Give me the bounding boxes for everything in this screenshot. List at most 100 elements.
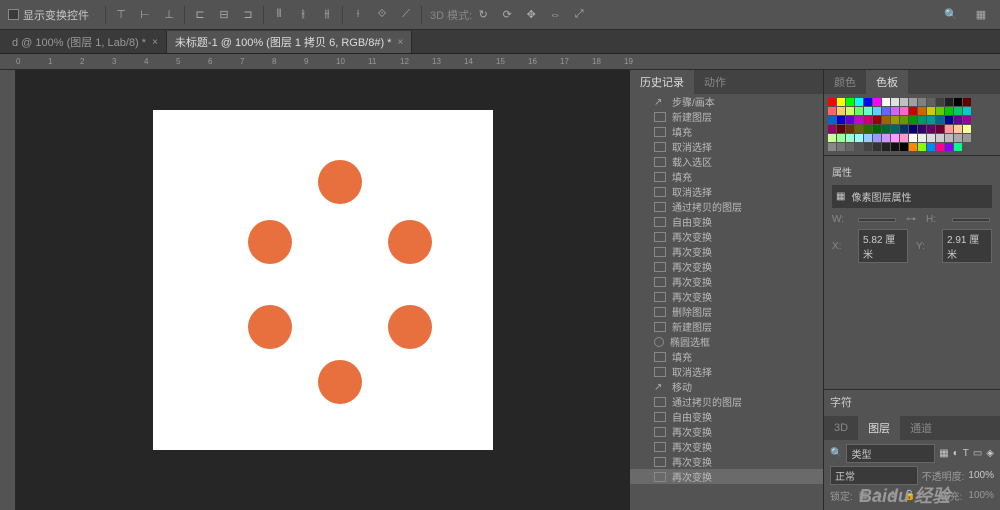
swatch[interactable] bbox=[927, 143, 935, 151]
history-item[interactable]: 再次变换 bbox=[630, 439, 823, 454]
document-tab[interactable]: d @ 100% (图层 1, Lab/8) *× bbox=[4, 31, 167, 53]
swatch[interactable] bbox=[828, 98, 836, 106]
swatch[interactable] bbox=[900, 98, 908, 106]
canvas-area[interactable] bbox=[16, 70, 630, 510]
swatch[interactable] bbox=[909, 107, 917, 115]
swatch[interactable] bbox=[954, 134, 962, 142]
dist-bottom-icon[interactable]: ⫵ bbox=[316, 4, 338, 26]
dist-vcenter-icon[interactable]: ⫲ bbox=[292, 4, 314, 26]
close-icon[interactable]: × bbox=[397, 37, 403, 48]
swatch[interactable] bbox=[837, 116, 845, 124]
swatch[interactable] bbox=[855, 98, 863, 106]
swatch[interactable] bbox=[891, 98, 899, 106]
fill-value[interactable]: 100% bbox=[968, 490, 994, 501]
history-item[interactable]: 填充 bbox=[630, 124, 823, 139]
circle-shape[interactable] bbox=[318, 360, 362, 404]
swatch[interactable] bbox=[864, 107, 872, 115]
swatch[interactable] bbox=[900, 116, 908, 124]
document-tab[interactable]: 未标题-1 @ 100% (图层 1 拷贝 6, RGB/8#) *× bbox=[167, 31, 412, 53]
swatch[interactable] bbox=[909, 98, 917, 106]
swatch[interactable] bbox=[837, 143, 845, 151]
history-item[interactable]: 再次变换 bbox=[630, 454, 823, 469]
swatch[interactable] bbox=[891, 107, 899, 115]
swatch[interactable] bbox=[828, 125, 836, 133]
swatch[interactable] bbox=[891, 134, 899, 142]
canvas[interactable] bbox=[153, 110, 493, 450]
swatch[interactable] bbox=[909, 116, 917, 124]
swatch[interactable] bbox=[873, 107, 881, 115]
x-input[interactable]: 5.82 厘米 bbox=[858, 229, 908, 263]
y-input[interactable]: 2.91 厘米 bbox=[942, 229, 992, 263]
swatch[interactable] bbox=[882, 125, 890, 133]
swatch[interactable] bbox=[882, 143, 890, 151]
swatch[interactable] bbox=[846, 116, 854, 124]
swatch[interactable] bbox=[954, 116, 962, 124]
dist-right-icon[interactable]: ⟋ bbox=[395, 4, 417, 26]
filter-type-icon[interactable]: T bbox=[963, 448, 969, 459]
swatch[interactable] bbox=[936, 98, 944, 106]
circle-shape[interactable] bbox=[388, 305, 432, 349]
swatch[interactable] bbox=[918, 134, 926, 142]
swatch[interactable] bbox=[855, 134, 863, 142]
history-item[interactable]: 取消选择 bbox=[630, 364, 823, 379]
3d-roll-icon[interactable]: ⟳ bbox=[496, 4, 518, 26]
swatch[interactable] bbox=[954, 107, 962, 115]
history-item[interactable]: 再次变换 bbox=[630, 259, 823, 274]
3d-slide-icon[interactable]: ⇔ bbox=[544, 4, 566, 26]
circle-shape[interactable] bbox=[388, 220, 432, 264]
swatch[interactable] bbox=[828, 116, 836, 124]
swatch[interactable] bbox=[945, 125, 953, 133]
3d-pan-icon[interactable]: ✥ bbox=[520, 4, 542, 26]
swatch[interactable] bbox=[873, 125, 881, 133]
history-item[interactable]: 再次变换 bbox=[630, 469, 823, 484]
swatch[interactable] bbox=[945, 98, 953, 106]
circle-shape[interactable] bbox=[248, 305, 292, 349]
swatch[interactable] bbox=[963, 125, 971, 133]
swatch[interactable] bbox=[846, 143, 854, 151]
swatch[interactable] bbox=[828, 134, 836, 142]
panel-tab[interactable]: 动作 bbox=[694, 70, 736, 94]
align-top-icon[interactable]: ⊤ bbox=[110, 4, 132, 26]
type-select[interactable]: 类型 bbox=[846, 444, 935, 463]
swatch[interactable] bbox=[936, 125, 944, 133]
history-item[interactable]: 再次变换 bbox=[630, 289, 823, 304]
swatch[interactable] bbox=[882, 134, 890, 142]
swatch[interactable] bbox=[891, 143, 899, 151]
panel-tab[interactable]: 通道 bbox=[900, 416, 942, 440]
swatch[interactable] bbox=[954, 143, 962, 151]
align-hcenter-icon[interactable]: ⊟ bbox=[213, 4, 235, 26]
swatch[interactable] bbox=[918, 143, 926, 151]
swatch[interactable] bbox=[963, 134, 971, 142]
search-icon[interactable]: 🔍 bbox=[940, 4, 962, 26]
w-input[interactable] bbox=[858, 218, 896, 222]
panel-tab[interactable]: 3D bbox=[824, 416, 858, 440]
swatch[interactable] bbox=[936, 134, 944, 142]
swatch[interactable] bbox=[873, 143, 881, 151]
swatch[interactable] bbox=[855, 143, 863, 151]
swatch[interactable] bbox=[846, 107, 854, 115]
filter-smart-icon[interactable]: ◈ bbox=[986, 448, 994, 459]
swatch[interactable] bbox=[873, 134, 881, 142]
swatch[interactable] bbox=[963, 107, 971, 115]
swatch[interactable] bbox=[837, 107, 845, 115]
filter-pixel-icon[interactable]: ▦ bbox=[939, 448, 948, 459]
swatch[interactable] bbox=[891, 125, 899, 133]
swatch[interactable] bbox=[855, 125, 863, 133]
show-transform-controls[interactable]: 显示变换控件 bbox=[8, 7, 89, 23]
history-item[interactable]: 再次变换 bbox=[630, 244, 823, 259]
swatch[interactable] bbox=[873, 116, 881, 124]
swatch[interactable] bbox=[954, 125, 962, 133]
swatch[interactable] bbox=[909, 125, 917, 133]
swatch[interactable] bbox=[927, 116, 935, 124]
history-item[interactable]: 通过拷贝的图层 bbox=[630, 199, 823, 214]
circle-shape[interactable] bbox=[318, 160, 362, 204]
circle-shape[interactable] bbox=[248, 220, 292, 264]
dist-top-icon[interactable]: ⫴ bbox=[268, 4, 290, 26]
history-item[interactable]: 新建图层 bbox=[630, 319, 823, 334]
swatch[interactable] bbox=[963, 116, 971, 124]
swatch[interactable] bbox=[945, 143, 953, 151]
history-item[interactable]: 新建图层 bbox=[630, 109, 823, 124]
search-icon[interactable]: 🔍 bbox=[830, 448, 842, 459]
filter-adjust-icon[interactable]: ◐ bbox=[953, 448, 959, 459]
swatch[interactable] bbox=[936, 116, 944, 124]
